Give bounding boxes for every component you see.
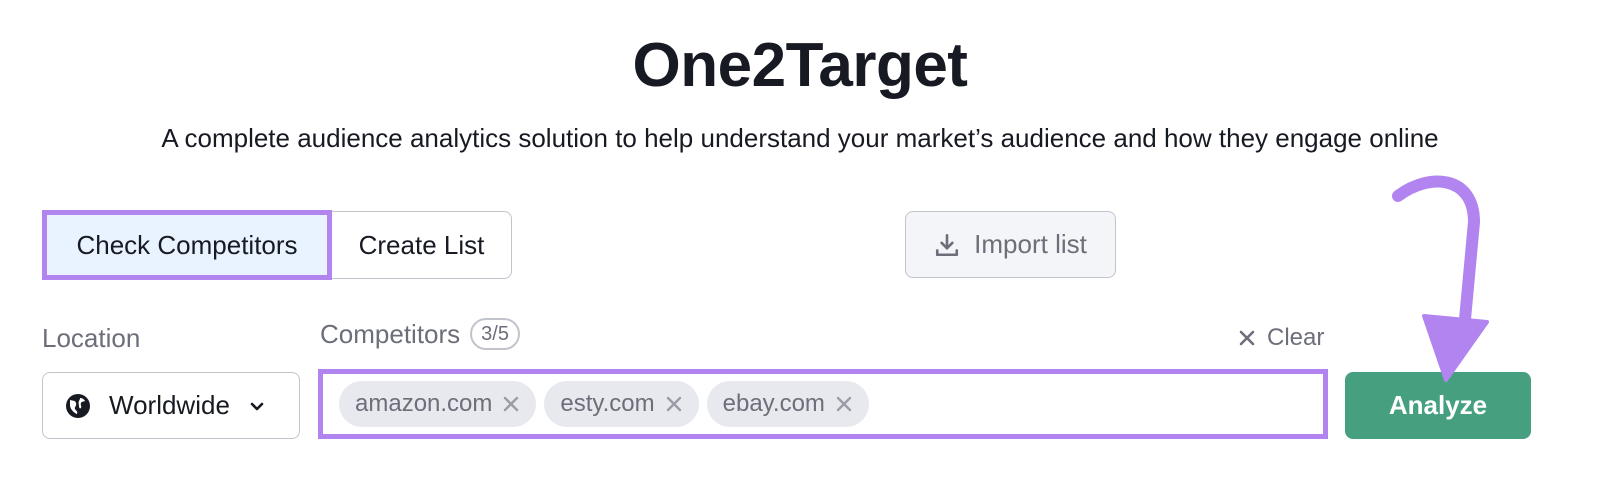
clear-label: Clear	[1267, 324, 1325, 351]
page-subtitle: A complete audience analytics solution t…	[161, 123, 1439, 153]
chip-label: ebay.com	[722, 390, 825, 417]
clear-button[interactable]: Clear	[1237, 322, 1324, 354]
import-list-button[interactable]: Import list	[905, 211, 1116, 278]
location-label: Location	[42, 323, 141, 353]
location-value: Worldwide	[109, 390, 230, 420]
remove-chip-icon[interactable]	[665, 395, 683, 413]
competitor-chip: amazon.com	[339, 381, 537, 427]
close-icon	[1239, 330, 1255, 346]
competitors-input[interactable]: amazon.com esty.com ebay.com	[318, 369, 1328, 439]
chip-label: esty.com	[560, 390, 655, 417]
page-title: One2Target	[632, 31, 968, 100]
globe-icon	[66, 393, 90, 418]
tab-create-list[interactable]: Create List	[332, 211, 512, 279]
download-icon	[936, 233, 959, 256]
competitors-label: Competitors	[320, 319, 461, 349]
chip-label: amazon.com	[355, 390, 493, 417]
tab-check-competitors[interactable]: Check Competitors	[42, 210, 332, 280]
competitors-count-badge: 3/5	[470, 318, 520, 350]
competitor-chip: ebay.com	[706, 381, 869, 427]
mode-tabs: Check Competitors Create List	[42, 210, 512, 280]
competitor-chip: esty.com	[544, 381, 699, 427]
location-select[interactable]: Worldwide	[42, 372, 300, 439]
analyze-button[interactable]: Analyze	[1345, 372, 1531, 439]
remove-chip-icon[interactable]	[502, 395, 520, 413]
chevron-down-icon	[250, 402, 264, 410]
remove-chip-icon[interactable]	[835, 395, 853, 413]
import-list-label: Import list	[974, 229, 1087, 259]
competitors-header: Competitors 3/5	[320, 318, 520, 350]
